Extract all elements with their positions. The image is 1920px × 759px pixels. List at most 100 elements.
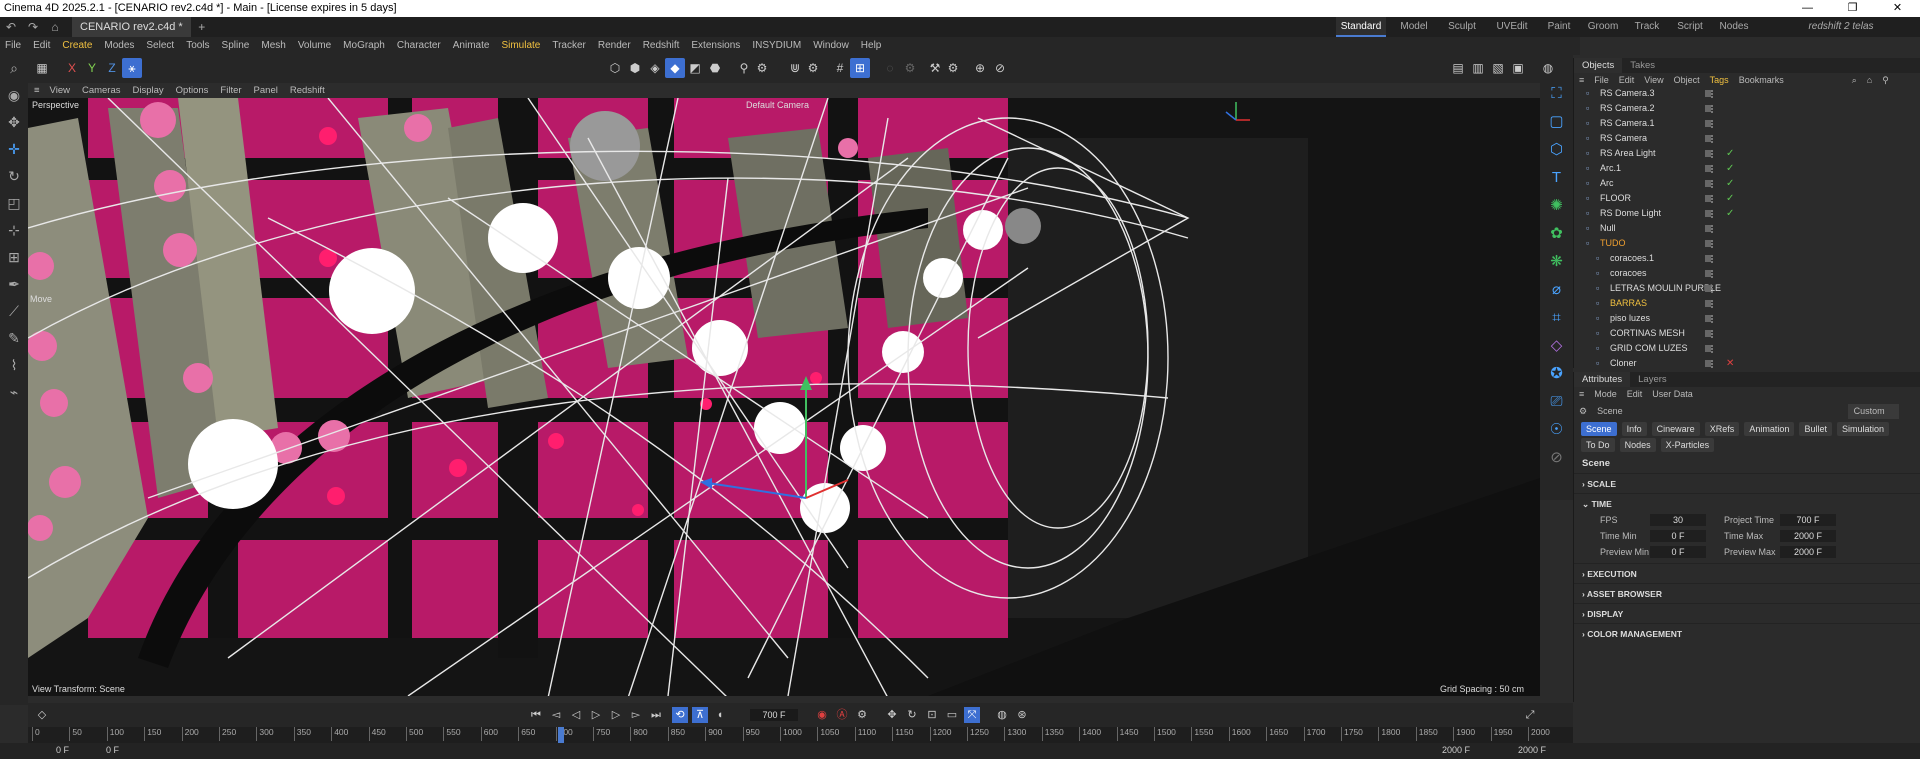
visibility-dots[interactable] (1711, 105, 1714, 113)
menu-animate[interactable]: Animate (448, 37, 497, 55)
visibility-dots[interactable] (1711, 195, 1714, 203)
object-row[interactable]: ▫ Null (1574, 221, 1920, 236)
object-row[interactable]: ▫ coracoes.1 (1574, 251, 1920, 266)
brush-tool-icon[interactable]: ⌇ (0, 352, 28, 379)
pen-tool-icon[interactable]: ✒ (0, 271, 28, 298)
project-time-field[interactable]: 700 F (1780, 514, 1836, 526)
camera-tool-icon[interactable]: ⛶ (1540, 80, 1573, 108)
knife-tool-icon[interactable]: ⟋ (0, 298, 28, 325)
minimize-button[interactable]: — (1785, 0, 1830, 17)
symmetry-settings-icon[interactable]: ⚙ (900, 58, 920, 78)
viewport-layout-icon[interactable]: ▦ (32, 58, 52, 78)
guide-icon[interactable]: ⚒ (925, 58, 945, 78)
range-start-b[interactable]: 0 F (106, 745, 119, 755)
menu-select[interactable]: Select (141, 37, 181, 55)
object-row[interactable]: ▫ Arc.1 ✓ (1574, 161, 1920, 176)
menu-mesh[interactable]: Mesh (256, 37, 292, 55)
menu-spline[interactable]: Spline (217, 37, 257, 55)
layout-model[interactable]: Model (1394, 17, 1434, 37)
tab-takes[interactable]: Takes (1622, 58, 1663, 73)
camera-label[interactable]: Default Camera (746, 100, 809, 110)
transform-tool-icon[interactable]: ⊹ (0, 217, 28, 244)
lock-icon[interactable]: ⊕ (970, 58, 990, 78)
layout-script[interactable]: Script (1672, 17, 1708, 37)
camera-icon[interactable]: ⎚ (1540, 388, 1573, 416)
preview-max-field[interactable]: 2000 F (1780, 546, 1836, 558)
axis-x-toggle[interactable]: X (62, 58, 82, 78)
object-name[interactable]: RS Dome Light (1600, 206, 1661, 221)
timeline-settings-icon[interactable]: ⊛ (1014, 707, 1030, 723)
next-key-icon[interactable]: ▻ (628, 707, 644, 723)
cube-icon[interactable]: ▢ (1540, 108, 1573, 136)
snap-tool-icon[interactable]: ⊞ (0, 244, 28, 271)
scene-icon[interactable]: ✪ (1540, 360, 1573, 388)
visibility-dots[interactable] (1711, 180, 1714, 188)
cursor-icon[interactable]: ✥ (0, 109, 28, 136)
current-frame-field[interactable]: 700 F (750, 709, 798, 721)
object-name[interactable]: GRID COM LUZES (1610, 341, 1688, 356)
object-name[interactable]: RS Camera (1600, 131, 1647, 146)
range-end-a[interactable]: 2000 F (1442, 745, 1470, 755)
magnet-settings-icon[interactable]: ⚙ (803, 58, 823, 78)
light-icon[interactable]: ☉ (1540, 416, 1573, 444)
preview-min-field[interactable]: 0 F (1650, 546, 1706, 558)
menu-window[interactable]: Window (808, 37, 856, 55)
viewport-menu-display[interactable]: Display (129, 85, 172, 96)
render-picture-viewer-icon[interactable]: ▥ (1468, 58, 1488, 78)
visibility-dots[interactable] (1711, 90, 1714, 98)
menu-volume[interactable]: Volume (293, 37, 338, 55)
move-tool-icon[interactable]: ✛ (0, 136, 28, 163)
object-row[interactable]: ▫ BARRAS (1574, 296, 1920, 311)
search-icon[interactable]: ⌕ (0, 55, 28, 82)
object-axis-icon[interactable]: ⬣ (705, 58, 725, 78)
effector-icon[interactable]: ◇ (1540, 332, 1573, 360)
undo-icon[interactable]: ↶ (0, 20, 22, 34)
object-row[interactable]: ▫ CORTINAS MESH (1574, 326, 1920, 341)
menu-insydium[interactable]: INSYDIUM (747, 37, 808, 55)
object-name[interactable]: TUDO (1600, 236, 1626, 251)
menu-mograph[interactable]: MoGraph (338, 37, 392, 55)
key-rotation-icon[interactable]: ↻ (904, 707, 920, 723)
sound-icon[interactable]: ◖ (712, 707, 728, 723)
object-name[interactable]: Null (1600, 221, 1616, 236)
tab-attributes[interactable]: Attributes (1574, 372, 1631, 387)
axis-y-toggle[interactable]: Y (82, 58, 102, 78)
enabled-check-icon[interactable]: ✓ (1726, 206, 1734, 221)
guide-settings-icon[interactable]: ⚙ (943, 58, 963, 78)
key-settings-icon[interactable]: ⚙ (854, 707, 870, 723)
scale-tool-icon[interactable]: ◰ (0, 190, 28, 217)
visibility-dots[interactable] (1711, 285, 1714, 293)
visibility-dots[interactable] (1711, 120, 1714, 128)
visibility-dots[interactable] (1711, 225, 1714, 233)
object-row[interactable]: ▫ piso luzes (1574, 311, 1920, 326)
playhead[interactable] (558, 727, 564, 743)
subtab-cineware[interactable]: Cineware (1651, 422, 1700, 436)
redshift-ipr-icon[interactable]: ◍ (1538, 58, 1558, 78)
visibility-dots[interactable] (1711, 255, 1714, 263)
attributes-menu-mode[interactable]: Mode (1589, 387, 1622, 402)
points-mode-icon[interactable]: ⬡ (605, 58, 625, 78)
rotate-tool-icon[interactable]: ↻ (0, 163, 28, 190)
enabled-check-icon[interactable]: ✓ (1726, 146, 1734, 161)
primitive-cube-icon[interactable]: ⬡ (1540, 136, 1573, 164)
object-name[interactable]: BARRAS (1610, 296, 1647, 311)
layout-nodes[interactable]: Nodes (1716, 17, 1752, 37)
home-icon[interactable]: ⌂ (44, 20, 66, 34)
object-row[interactable]: ▫ FLOOR ✓ (1574, 191, 1920, 206)
object-row[interactable]: ▫ Arc ✓ (1574, 176, 1920, 191)
enabled-check-icon[interactable]: ✓ (1726, 161, 1734, 176)
spline-icon[interactable]: ⌀ (1540, 276, 1573, 304)
visibility-dots[interactable] (1711, 270, 1714, 278)
object-row[interactable]: ▫ TUDO (1574, 236, 1920, 251)
visibility-dots[interactable] (1711, 135, 1714, 143)
subtab-bullet[interactable]: Bullet (1799, 422, 1832, 436)
viewport-menu-options[interactable]: Options (172, 85, 217, 96)
menu-create[interactable]: Create (57, 37, 99, 55)
live-selection-icon[interactable]: ◉ (0, 82, 28, 109)
subtab-info[interactable]: Info (1621, 422, 1647, 436)
object-name[interactable]: coracoes.1 (1610, 251, 1654, 266)
enabled-check-icon[interactable]: ✓ (1726, 176, 1734, 191)
menu-render[interactable]: Render (593, 37, 638, 55)
section-execution[interactable]: › EXECUTION (1574, 563, 1920, 583)
menu-help[interactable]: Help (856, 37, 889, 55)
